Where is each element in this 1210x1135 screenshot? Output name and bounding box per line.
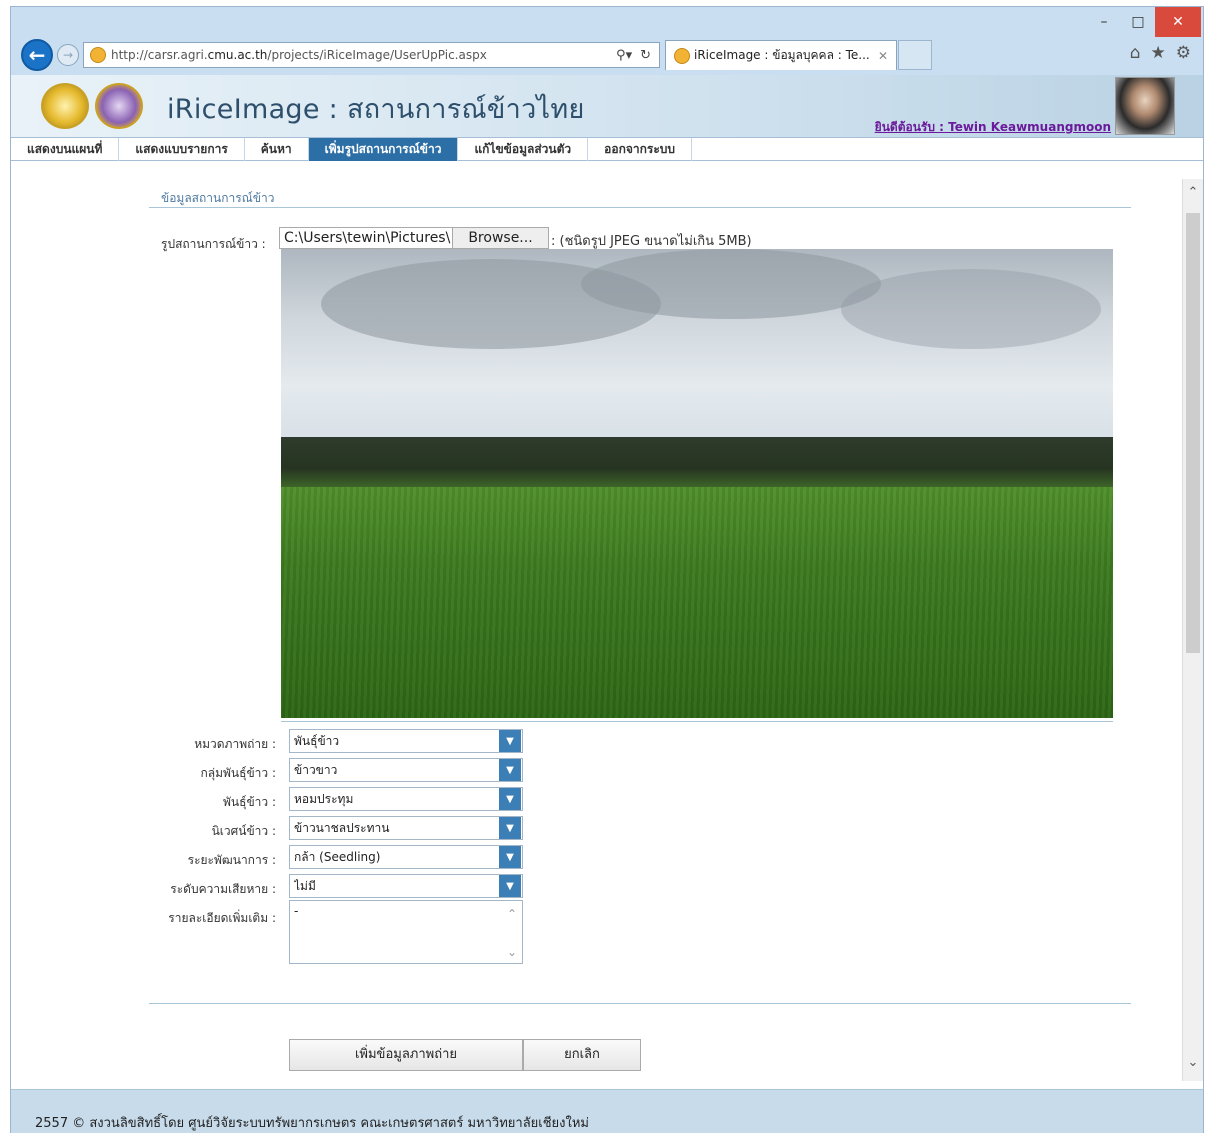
select-value: หอมประทุม xyxy=(294,791,354,806)
tab-title: iRiceImage : ข้อมูลบุคคล : Te... xyxy=(694,48,870,62)
chevron-down-icon[interactable]: ▼ xyxy=(499,788,521,810)
avatar xyxy=(1115,77,1175,135)
site-favicon-icon xyxy=(90,47,106,63)
category-select[interactable]: พันธุ์ข้าว ▼ xyxy=(289,729,523,753)
page-viewport: iRiceImage : สถานการณ์ข้าวไทย ยินดีต้อนร… xyxy=(11,75,1203,1133)
field-label-details: รายละเอียดเพิ่มเติม : xyxy=(168,911,276,925)
menu-item-edit-profile[interactable]: แก้ไขข้อมูลส่วนตัว xyxy=(458,138,589,161)
page-scrollbar[interactable]: ⌃ ⌄ xyxy=(1182,179,1203,1081)
welcome-link[interactable]: ยินดีต้อนรับ : Tewin Keawmuangmoon xyxy=(875,118,1111,137)
main-menu: แสดงบนแผนที่ แสดงแบบรายการ ค้นหา เพิ่มรู… xyxy=(11,137,1203,161)
chevron-down-icon[interactable]: ⌄ xyxy=(1183,1055,1203,1075)
page-footer: 2557 © สงวนลิขสิทธิ์โดย ศูนย์วิจัยระบบทร… xyxy=(11,1089,1203,1133)
field-label-variety: พันธุ์ข้าว : xyxy=(223,795,276,809)
browser-tab[interactable]: iRiceImage : ข้อมูลบุคคล : Te... ✕ xyxy=(665,40,897,70)
url-text[interactable]: http://carsr.agri.cmu.ac.th/projects/iRi… xyxy=(111,48,608,62)
home-icon[interactable]: ⌂ xyxy=(1130,43,1141,63)
address-bar[interactable]: http://carsr.agri.cmu.ac.th/projects/iRi… xyxy=(83,42,660,68)
field-label-ecosystem: นิเวศน์ข้าว : xyxy=(211,824,276,838)
footer-copyright: 2557 © สงวนลิขสิทธิ์โดย ศูนย์วิจัยระบบทร… xyxy=(35,1116,589,1131)
menu-item-list[interactable]: แสดงแบบรายการ xyxy=(119,138,245,161)
window-controls: – □ ✕ xyxy=(1087,7,1201,37)
field-label-variety-group: กลุ่มพันธุ์ข้าว : xyxy=(200,766,276,780)
section-title: ข้อมูลสถานการณ์ข้าว xyxy=(161,191,275,205)
select-value: ข้าวนาชลประทาน xyxy=(294,820,390,835)
site-header: iRiceImage : สถานการณ์ข้าวไทย ยินดีต้อนร… xyxy=(11,75,1203,137)
faculty-logo xyxy=(95,83,143,129)
textarea-scrollbar[interactable]: ⌃ ⌄ xyxy=(504,907,520,959)
browser-toolbar: ← → http://carsr.agri.cmu.ac.th/projects… xyxy=(11,35,1203,75)
photo-field-texture xyxy=(281,487,1113,718)
field-label-damage-level: ระดับความเสียหาย : xyxy=(170,882,276,896)
new-tab-button[interactable] xyxy=(898,40,932,70)
back-arrow-icon[interactable]: ← xyxy=(21,39,53,71)
chevron-down-icon[interactable]: ⌄ xyxy=(507,945,517,959)
field-label-growth-stage: ระยะพัฒนาการ : xyxy=(187,853,276,867)
forward-arrow-icon[interactable]: → xyxy=(57,44,79,66)
ecosystem-select[interactable]: ข้าวนาชลประทาน ▼ xyxy=(289,816,523,840)
search-icon[interactable]: ⚲▾ xyxy=(616,48,632,63)
variety-select[interactable]: หอมประทุม ▼ xyxy=(289,787,523,811)
chevron-up-icon[interactable]: ⌃ xyxy=(1183,185,1203,205)
chevron-down-icon[interactable]: ▼ xyxy=(499,875,521,897)
select-value: พันธุ์ข้าว xyxy=(294,733,340,748)
photo-cloud xyxy=(581,249,881,319)
file-upload-input[interactable]: C:\Users\tewin\Pictures\ Browse... xyxy=(279,227,549,249)
chevron-down-icon[interactable]: ▼ xyxy=(499,846,521,868)
details-textarea[interactable]: - ⌃ ⌄ xyxy=(289,900,523,964)
browser-window: – □ ✕ ← → http://carsr.agri.cmu.ac.th/pr… xyxy=(10,6,1204,1133)
maximize-icon[interactable]: □ xyxy=(1121,7,1155,37)
file-path-field[interactable]: C:\Users\tewin\Pictures\ xyxy=(280,228,452,248)
minimize-icon[interactable]: – xyxy=(1087,7,1121,37)
variety-group-select[interactable]: ข้าวขาว ▼ xyxy=(289,758,523,782)
divider xyxy=(149,207,1131,208)
scrollbar-thumb[interactable] xyxy=(1186,213,1200,653)
select-value: กล้า (Seedling) xyxy=(294,849,381,864)
chevron-up-icon[interactable]: ⌃ xyxy=(507,907,517,921)
damage-level-select[interactable]: ไม่มี ▼ xyxy=(289,874,523,898)
menu-item-add-photo[interactable]: เพิ่มรูปสถานการณ์ข้าว xyxy=(308,138,459,161)
chevron-down-icon[interactable]: ▼ xyxy=(499,730,521,752)
browse-button[interactable]: Browse... xyxy=(452,228,548,248)
details-value: - xyxy=(294,904,299,918)
tab-favicon-icon xyxy=(674,47,690,64)
star-icon[interactable]: ★ xyxy=(1151,43,1166,63)
university-logo xyxy=(41,83,89,129)
chevron-down-icon[interactable]: ▼ xyxy=(499,759,521,781)
chevron-down-icon[interactable]: ▼ xyxy=(499,817,521,839)
divider xyxy=(281,721,1113,722)
gear-icon[interactable]: ⚙ xyxy=(1176,43,1191,63)
field-label-category: หมวดภาพถ่าย : xyxy=(194,737,276,751)
submit-photo-button[interactable]: เพิ่มข้อมูลภาพถ่าย xyxy=(289,1039,523,1071)
site-title: iRiceImage : สถานการณ์ข้าวไทย xyxy=(167,94,585,125)
file-note: : (ชนิดรูป JPEG ขนาดไม่เกิน 5MB) xyxy=(551,234,752,249)
tab-close-icon[interactable]: ✕ xyxy=(878,49,888,63)
refresh-icon[interactable]: ↻ xyxy=(640,48,651,63)
photo-label: รูปสถานการณ์ข้าว : xyxy=(161,237,266,251)
photo-cloud xyxy=(841,269,1101,349)
menu-item-search[interactable]: ค้นหา xyxy=(245,138,309,161)
rice-field-photo xyxy=(281,249,1113,718)
growth-stage-select[interactable]: กล้า (Seedling) ▼ xyxy=(289,845,523,869)
select-value: ไม่มี xyxy=(294,878,316,893)
divider xyxy=(149,1003,1131,1004)
menu-item-map[interactable]: แสดงบนแผนที่ xyxy=(11,138,120,161)
menu-item-logout[interactable]: ออกจากระบบ xyxy=(588,138,692,161)
photo-treeline xyxy=(281,437,1113,489)
close-icon[interactable]: ✕ xyxy=(1155,7,1201,37)
select-value: ข้าวขาว xyxy=(294,762,338,777)
cancel-button[interactable]: ยกเลิก xyxy=(523,1039,641,1071)
